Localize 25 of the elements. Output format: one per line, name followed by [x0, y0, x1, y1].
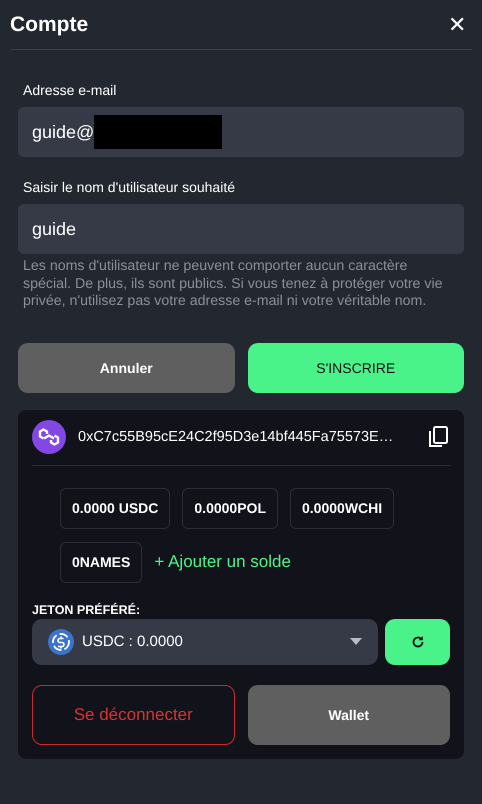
token-label: JETON PRÉFÉRÉ:: [32, 602, 142, 616]
wallet-address: 0xC7c55B95cE24C2f95D3e14bf445Fa75573E…: [78, 429, 394, 445]
copy-icon[interactable]: [428, 426, 448, 448]
dialog-title: Compte: [10, 12, 88, 36]
caret-icon: [350, 638, 362, 645]
logout-button[interactable]: Se déconnecter: [32, 684, 234, 744]
close-button[interactable]: ✕: [442, 14, 472, 36]
refresh-button[interactable]: [385, 618, 450, 664]
refresh-icon: [410, 634, 424, 648]
add-balance-link[interactable]: + Ajouter un solde: [154, 552, 291, 572]
chain-link-icon: [32, 420, 66, 454]
input-field[interactable]: guide@: [18, 107, 464, 157]
cancel-button[interactable]: Annuler: [18, 342, 234, 392]
register-button[interactable]: S'INSCRIRE: [248, 342, 464, 392]
field-label: Adresse e-mail: [22, 82, 118, 98]
balance-chip: 0.0000 USDC: [60, 488, 170, 528]
token-select[interactable]: USDC : 0.0000: [32, 618, 378, 664]
balance-chip: 0.0000POL: [182, 488, 278, 528]
dollar-coin-icon: [48, 628, 74, 654]
balance-chip: 0.0000WCHI: [290, 488, 394, 528]
wallet-button[interactable]: Wallet: [248, 684, 450, 744]
balance-chip: 0NAMES: [60, 542, 142, 582]
input-field[interactable]: guide: [18, 204, 464, 254]
field-label: Saisir le nom d'utilisateur souhaité: [22, 179, 236, 195]
help-text: Les noms d'utilisateur ne peuvent comporter aucun caractère spécial. De plus, ils sont publics. Si vous tenez à protéger votre vie privée, n'utilisez pas votre adresse e-mail ni votre véritable nom.: [22, 258, 444, 310]
